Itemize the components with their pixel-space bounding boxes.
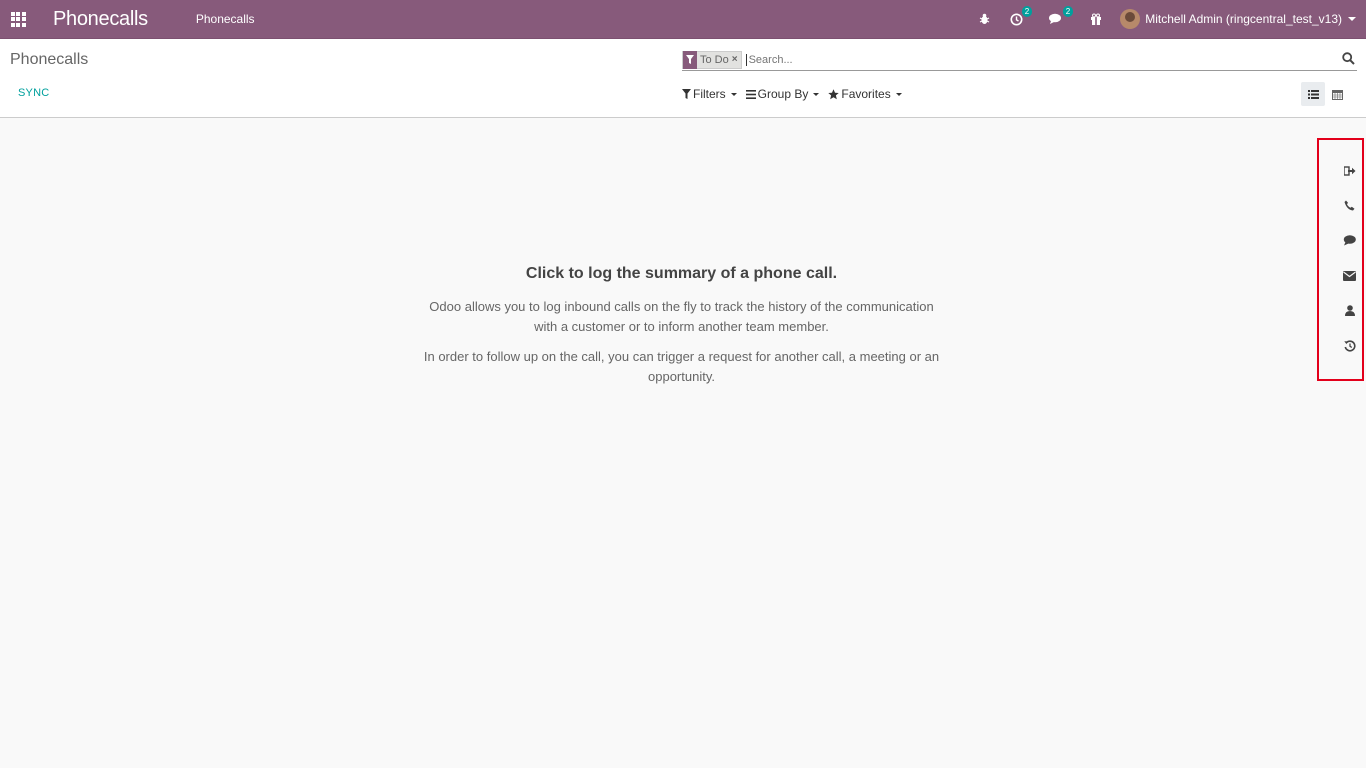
favorites-dropdown[interactable]: Favorites [828, 87, 902, 101]
help-paragraph-2: In order to follow up on the call, you c… [423, 349, 940, 384]
star-icon [828, 88, 840, 99]
messages-icon[interactable]: 2 [1049, 6, 1074, 25]
messages-badge: 2 [1062, 6, 1074, 17]
help-title: Click to log the summary of a phone call… [525, 265, 838, 282]
list-bars-icon [745, 89, 756, 99]
app-brand[interactable]: Phonecalls [53, 8, 148, 31]
page-title: Phonecalls [10, 51, 89, 68]
chevron-down-icon [895, 92, 902, 96]
activity-clock-icon[interactable]: 2 [1010, 5, 1033, 26]
help-paragraph-1: Odoo allows you to log inbound calls on … [429, 299, 934, 334]
envelope-icon[interactable] [1337, 258, 1363, 293]
filters-label: Filters [693, 87, 726, 101]
activity-badge: 2 [1021, 5, 1033, 17]
comment-icon[interactable] [1337, 223, 1363, 258]
close-icon[interactable]: × [732, 54, 741, 65]
chevron-down-icon [813, 92, 820, 96]
search-bar: To Do × [682, 49, 1357, 71]
empty-state-help: Click to log the summary of a phone call… [400, 265, 963, 397]
view-switcher [1301, 82, 1349, 106]
search-options: Filters Group By Favorites [682, 87, 911, 101]
phone-icon[interactable] [1337, 188, 1363, 223]
apps-menu-icon[interactable] [0, 0, 36, 39]
user-icon[interactable] [1337, 293, 1363, 328]
filter-facet: To Do × [682, 50, 742, 69]
search-input[interactable] [745, 53, 1306, 66]
facet-label: To Do [700, 53, 729, 66]
chevron-down-icon[interactable] [1348, 17, 1356, 21]
filters-dropdown[interactable]: Filters [682, 87, 737, 101]
user-avatar[interactable] [1120, 9, 1141, 29]
calendar-view-icon[interactable] [1325, 82, 1349, 106]
search-icon[interactable] [1342, 52, 1355, 70]
chevron-down-icon [730, 92, 737, 96]
control-panel: Phonecalls SYNC To Do × Filters Group By… [0, 39, 1366, 118]
top-navbar: Phonecalls Phonecalls 2 2 Mitchell Admin… [0, 0, 1366, 39]
filter-icon [683, 50, 697, 69]
menu-item-phonecalls[interactable]: Phonecalls [196, 12, 255, 26]
list-view-icon[interactable] [1301, 82, 1325, 106]
history-icon[interactable] [1337, 328, 1363, 363]
sign-out-icon[interactable] [1337, 153, 1363, 188]
favorites-label: Favorites [841, 87, 891, 101]
user-menu[interactable]: Mitchell Admin (ringcentral_test_v13) [1145, 12, 1342, 26]
side-toolbar [1317, 138, 1364, 381]
group-by-label: Group By [757, 87, 809, 101]
filter-icon [682, 89, 691, 99]
bug-icon[interactable] [979, 13, 990, 25]
sync-button[interactable]: SYNC [18, 87, 49, 99]
group-by-dropdown[interactable]: Group By [745, 87, 820, 101]
gift-icon[interactable] [1090, 13, 1102, 25]
